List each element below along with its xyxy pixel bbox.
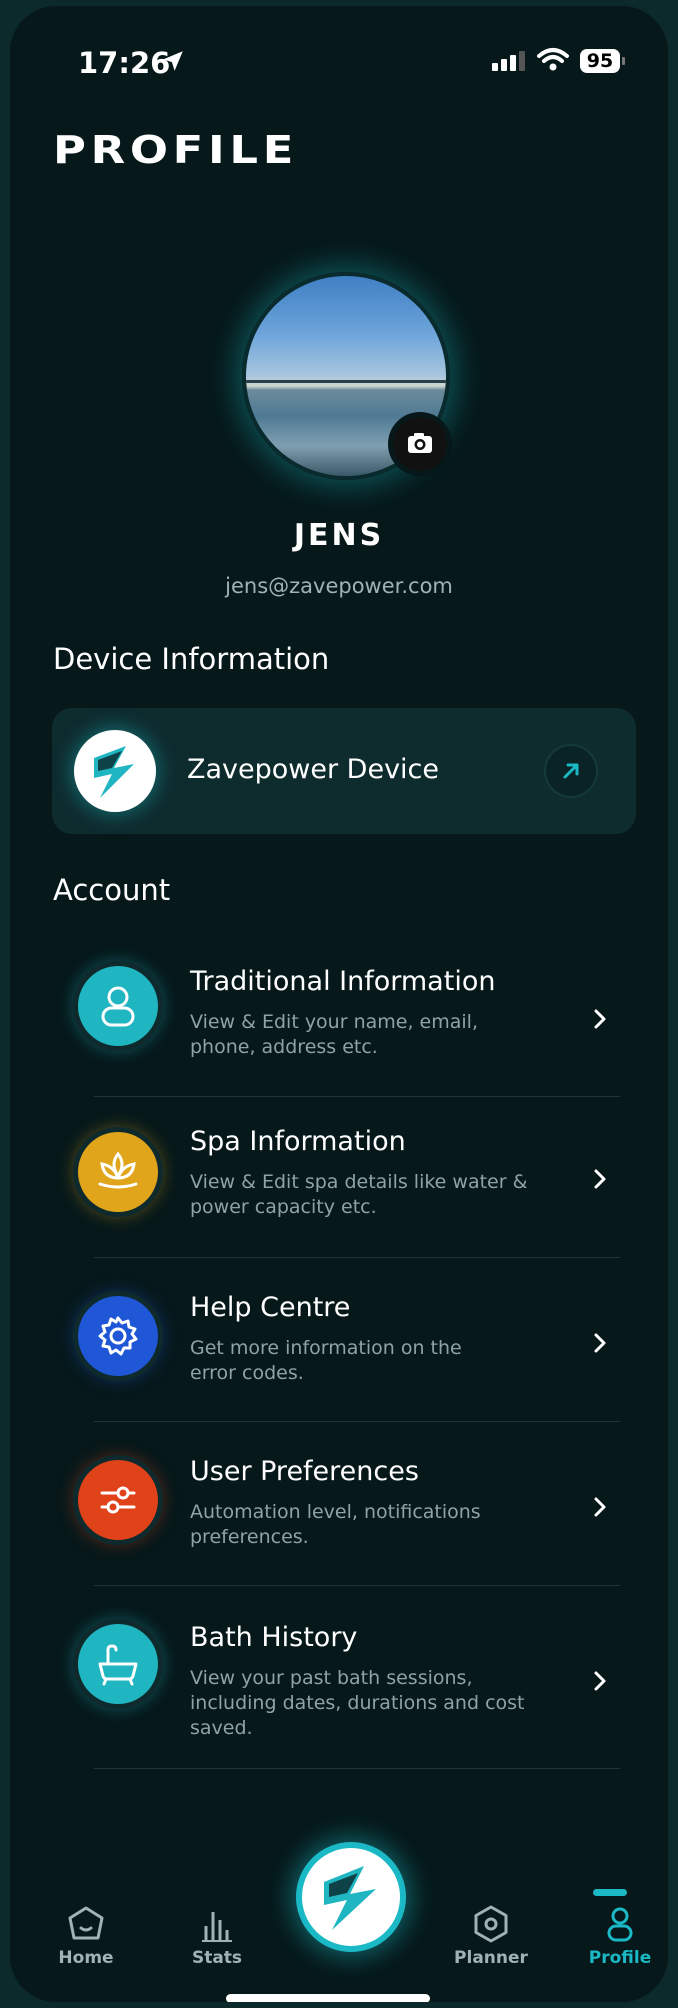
subtitle-line: phone, address etc.	[190, 1036, 378, 1058]
lotus-icon	[78, 1132, 158, 1212]
device-info-heading: Device Information	[53, 642, 330, 676]
account-item-user-preferences[interactable]: User Preferences Automation level, notif…	[52, 1434, 636, 1584]
open-device-button[interactable]	[544, 744, 598, 798]
account-item-title: Spa Information	[190, 1126, 406, 1157]
chevron-right-icon	[594, 1497, 606, 1517]
account-item-title: Help Centre	[190, 1292, 351, 1323]
hexagon-icon	[474, 1905, 508, 1943]
account-item-title: User Preferences	[190, 1456, 419, 1487]
account-item-subtitle: View & Edit your name, email, phone, add…	[190, 1010, 560, 1060]
bar-chart-icon	[202, 1912, 232, 1942]
location-arrow-icon	[163, 51, 183, 71]
phone-screen: 17:26 95 PROFILE JENS jens@zavepower.com…	[10, 6, 668, 2002]
cellular-signal-icon	[492, 51, 525, 71]
bathtub-icon	[78, 1624, 158, 1704]
battery-level: 95	[580, 49, 620, 73]
subtitle-line: Automation level, notifications	[190, 1501, 481, 1523]
subtitle-line: View & Edit spa details like water &	[190, 1171, 528, 1193]
avatar-horizon	[246, 380, 446, 383]
profile-email: jens@zavepower.com	[225, 574, 453, 598]
nav-planner[interactable]: Planner	[450, 1904, 532, 1968]
account-item-subtitle: View & Edit spa details like water & pow…	[190, 1170, 560, 1220]
divider	[94, 1257, 620, 1258]
zavepower-bolt-icon	[324, 1866, 376, 1930]
account-item-subtitle: Get more information on the error codes.	[190, 1336, 560, 1386]
account-item-subtitle: View your past bath sessions, including …	[190, 1666, 560, 1741]
nav-home-label: Home	[58, 1948, 114, 1968]
nav-planner-label: Planner	[454, 1948, 528, 1968]
wifi-icon	[537, 48, 569, 71]
account-item-title: Traditional Information	[190, 966, 496, 997]
nav-center-device-button[interactable]	[296, 1842, 406, 1952]
chevron-right-icon	[594, 1333, 606, 1353]
nav-profile-label: Profile	[588, 1948, 652, 1968]
profile-name: JENS	[293, 518, 385, 553]
account-item-bath-history[interactable]: Bath History View your past bath session…	[52, 1598, 636, 1768]
status-bar: 17:26 95	[10, 36, 668, 90]
account-item-traditional-information[interactable]: Traditional Information View & Edit your…	[52, 946, 636, 1096]
nav-home[interactable]: Home	[50, 1904, 122, 1968]
account-item-subtitle: Automation level, notifications preferen…	[190, 1500, 560, 1550]
subtitle-line: saved.	[190, 1717, 253, 1739]
home-indicator[interactable]	[226, 1994, 430, 2002]
chevron-right-icon	[594, 1169, 606, 1189]
account-heading: Account	[53, 873, 171, 907]
device-name: Zavepower Device	[187, 754, 440, 785]
subtitle-line: including dates, durations and cost	[190, 1692, 525, 1714]
user-icon	[78, 966, 158, 1046]
device-card[interactable]: Zavepower Device	[52, 708, 636, 834]
subtitle-line: error codes.	[190, 1362, 304, 1384]
account-item-help-centre[interactable]: Help Centre Get more information on the …	[52, 1270, 636, 1420]
subtitle-line: View your past bath sessions,	[190, 1667, 473, 1689]
chevron-right-icon	[594, 1671, 606, 1691]
zavepower-logo-icon	[74, 730, 156, 812]
nav-profile[interactable]: Profile	[584, 1904, 656, 1968]
nav-stats-label: Stats	[191, 1948, 243, 1968]
account-item-title: Bath History	[190, 1622, 358, 1653]
nav-stats[interactable]: Stats	[182, 1904, 252, 1968]
nav-active-indicator	[593, 1889, 627, 1896]
profile-icon	[607, 1907, 633, 1942]
sliders-icon	[78, 1460, 158, 1540]
account-item-spa-information[interactable]: Spa Information View & Edit spa details …	[52, 1106, 636, 1256]
divider	[94, 1096, 620, 1097]
home-icon	[68, 1906, 104, 1940]
arrow-up-right-icon	[563, 763, 579, 779]
chevron-right-icon	[594, 1009, 606, 1029]
subtitle-line: Get more information on the	[190, 1337, 462, 1359]
divider	[94, 1421, 620, 1422]
camera-icon	[408, 433, 432, 453]
subtitle-line: power capacity etc.	[190, 1196, 377, 1218]
page-title: PROFILE	[53, 128, 299, 172]
divider	[94, 1768, 620, 1769]
status-time: 17:26	[78, 46, 171, 80]
battery-tip	[622, 57, 625, 65]
subtitle-line: preferences.	[190, 1526, 309, 1548]
change-photo-button[interactable]	[388, 412, 452, 476]
divider	[94, 1585, 620, 1586]
subtitle-line: View & Edit your name, email,	[190, 1011, 478, 1033]
gear-icon	[78, 1296, 158, 1376]
